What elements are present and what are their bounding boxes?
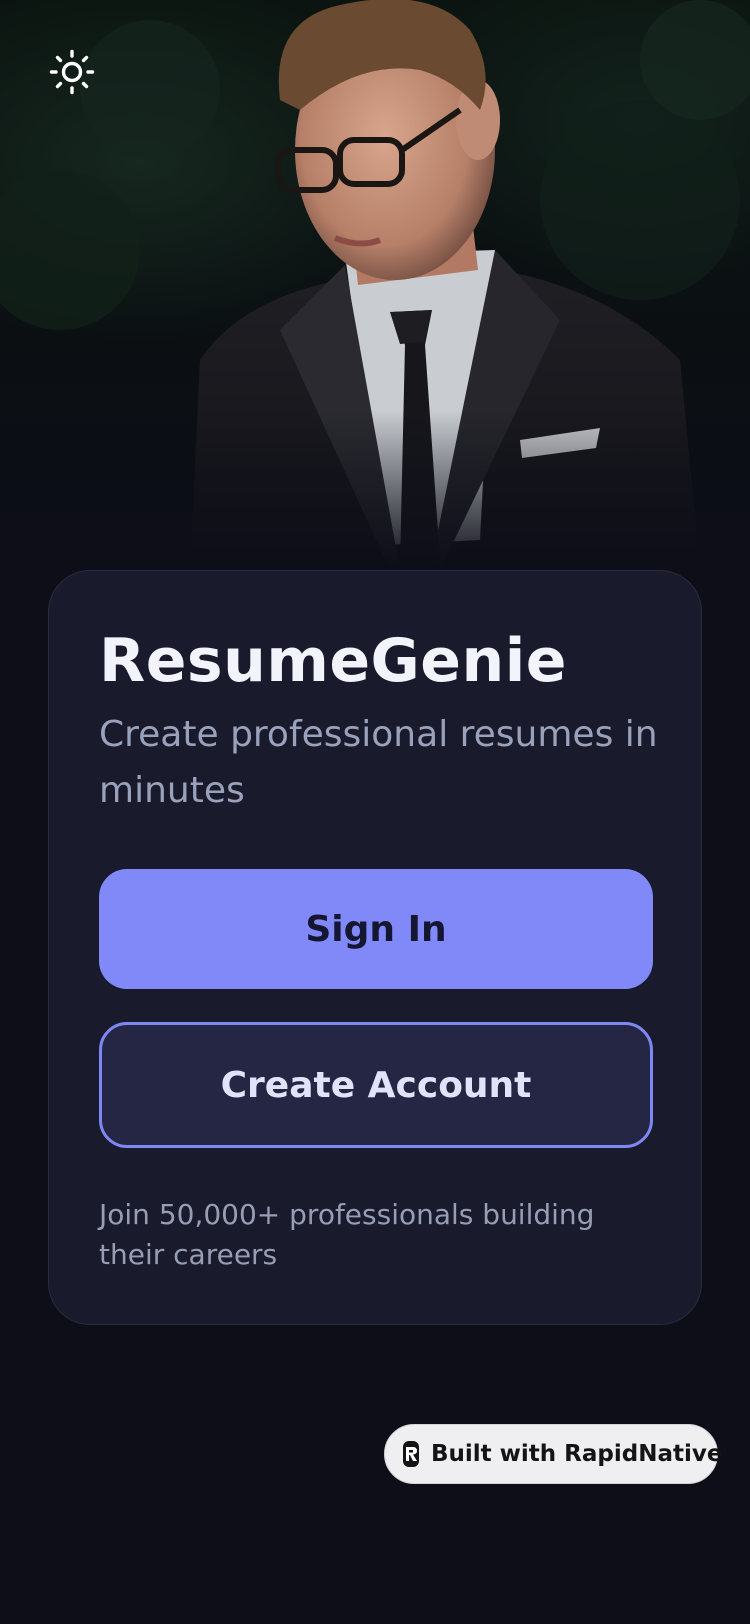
built-with-badge[interactable]: Built with RapidNative [384,1424,722,1484]
app-title: ResumeGenie [99,626,567,696]
theme-toggle-button[interactable] [46,46,98,98]
badge-label: Built with RapidNative [431,1441,723,1467]
app-tagline: Create professional resumes in minutes [99,714,658,811]
rapidnative-logo-icon [403,1441,419,1467]
welcome-screen: ResumeGenie Create professional resumes … [0,0,750,1624]
social-proof-text: Join 50,000+ professionals building thei… [99,1198,595,1271]
create-account-button[interactable]: Create Account [99,1022,653,1148]
welcome-card: ResumeGenie Create professional resumes … [48,570,702,1325]
sign-in-button[interactable]: Sign In [99,869,653,989]
hero-photo [0,0,750,570]
sun-icon [49,49,95,95]
hero-image [0,0,750,570]
